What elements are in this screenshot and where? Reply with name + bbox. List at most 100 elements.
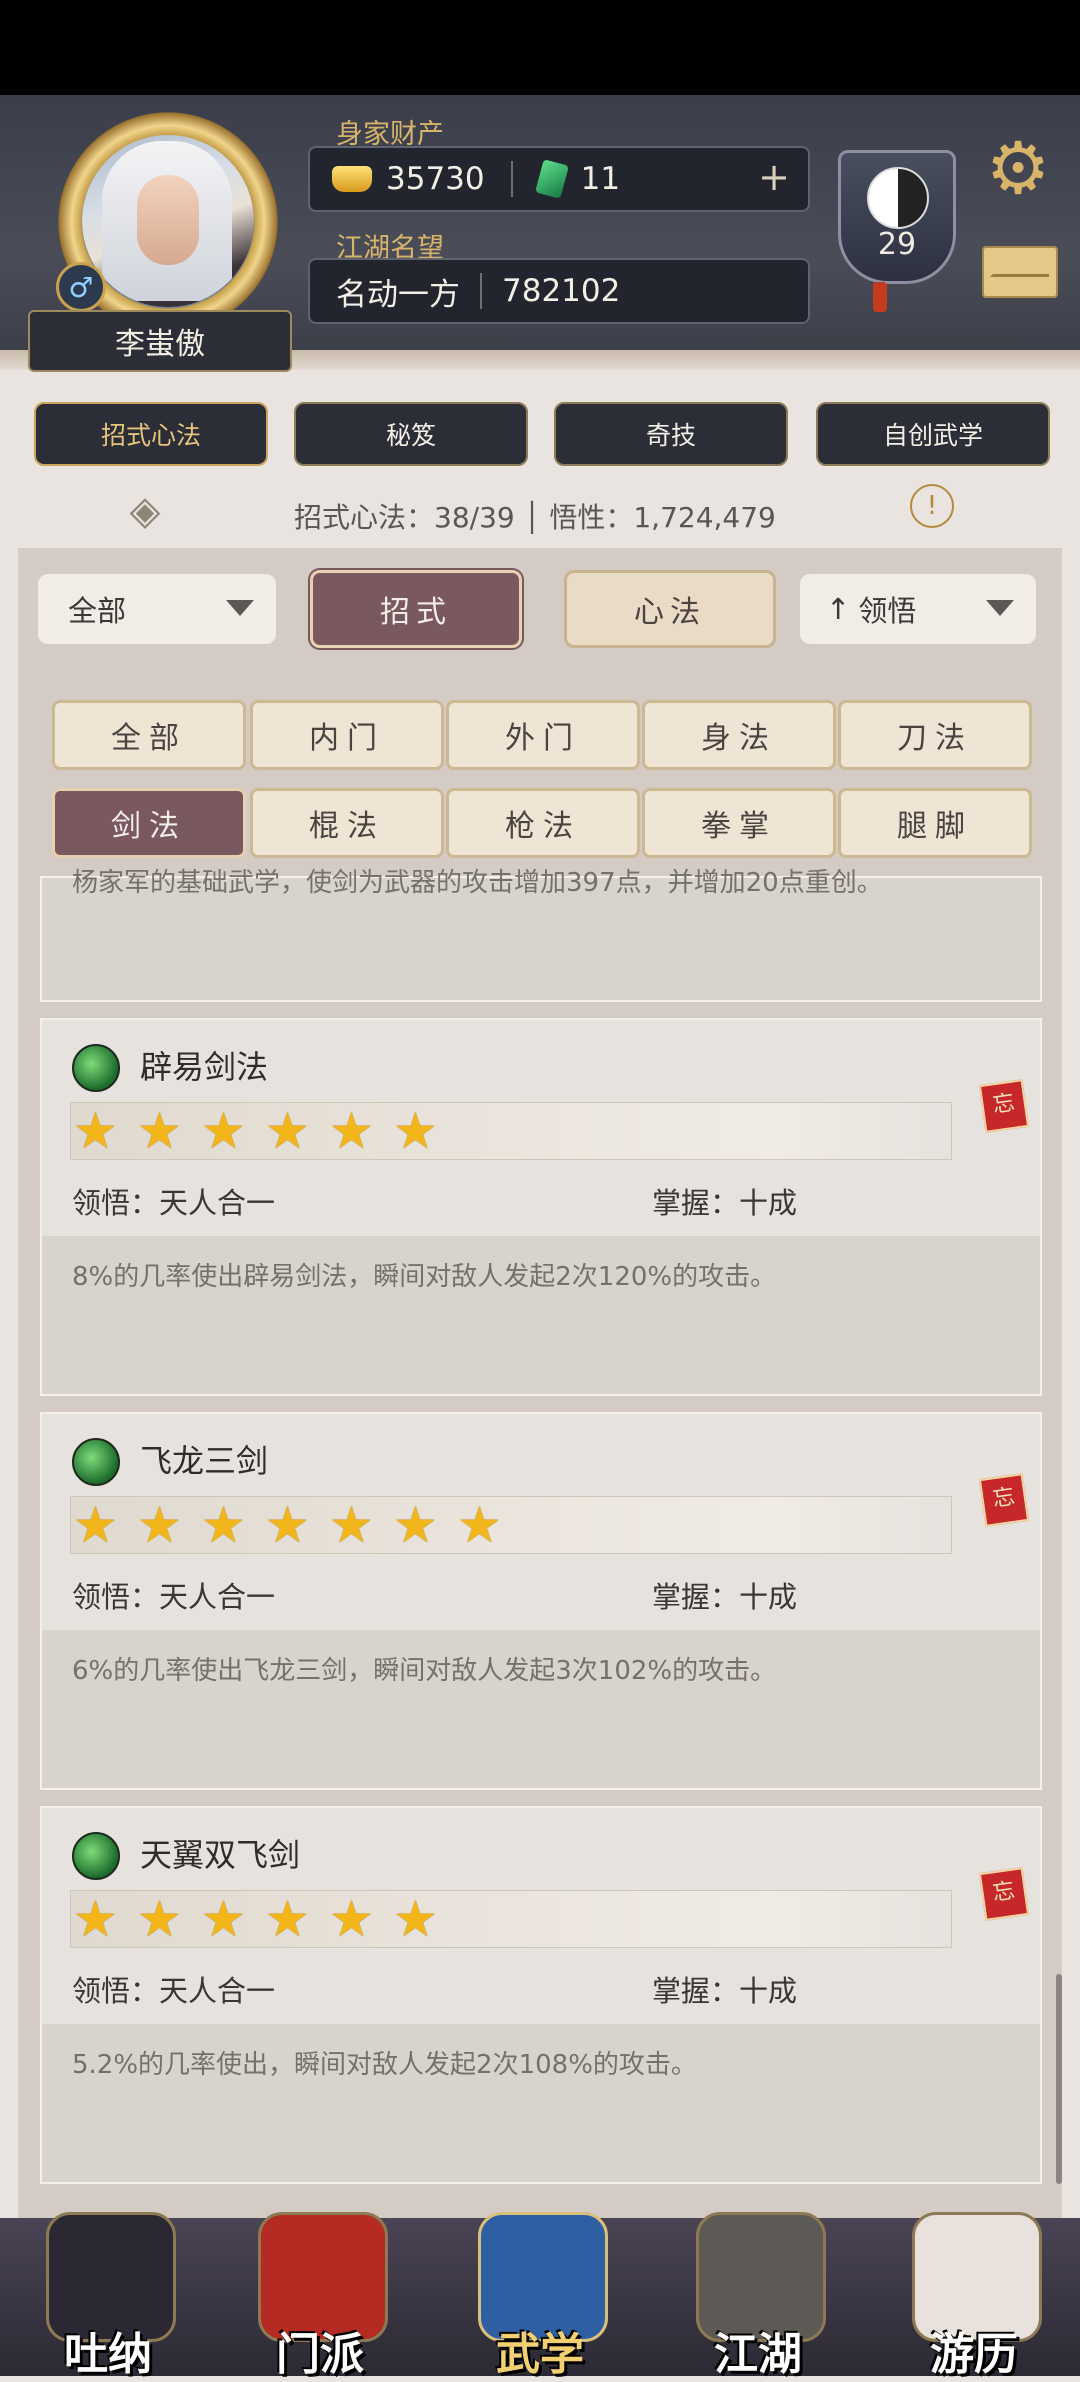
nav-travel[interactable]: 游历 bbox=[904, 2198, 1044, 2380]
moves-toggle[interactable]: 招式 bbox=[310, 570, 522, 648]
star-icon: ★ bbox=[201, 1496, 246, 1554]
star-icon: ★ bbox=[393, 1102, 438, 1160]
avatar-face bbox=[137, 175, 199, 265]
comprehension-level: 领悟：天人合一 bbox=[72, 1580, 276, 1614]
type-dropdown-value: 全部 bbox=[68, 594, 127, 628]
category-staff[interactable]: 棍法 bbox=[250, 788, 444, 858]
sort-dropdown-value: 领悟 bbox=[858, 594, 917, 628]
category-fist[interactable]: 拳掌 bbox=[642, 788, 836, 858]
star-icon: ★ bbox=[137, 1102, 182, 1160]
nav-label: 江湖 bbox=[714, 2329, 802, 2380]
player-name: 李蚩傲 bbox=[28, 310, 292, 372]
category-sword[interactable]: 剑法 bbox=[52, 788, 246, 858]
nav-jianghu[interactable]: 江湖 bbox=[688, 2198, 828, 2380]
star-icon: ★ bbox=[393, 1890, 438, 1948]
sort-arrow-icon: ↑ bbox=[826, 592, 851, 626]
stats-summary: 招式心法：38/39 │ 悟性：1,724,479 bbox=[294, 501, 776, 534]
star-icon: ★ bbox=[73, 1496, 118, 1554]
star-icon: ★ bbox=[265, 1102, 310, 1160]
level-number: 29 bbox=[877, 227, 917, 262]
chevron-down-icon bbox=[226, 600, 254, 616]
star-icon: ★ bbox=[329, 1102, 374, 1160]
tab-moves-methods[interactable]: 招式心法 bbox=[34, 402, 268, 466]
skill-card[interactable]: 天翼双飞剑 ★ ★ ★ ★ ★ ★ 忘 领悟：天人合一 掌握：十成 5.2%的几… bbox=[40, 1806, 1042, 2184]
category-outer[interactable]: 外门 bbox=[446, 700, 640, 770]
eye-icon[interactable]: ◈ bbox=[110, 478, 180, 544]
comprehension-level: 领悟：天人合一 bbox=[72, 1186, 276, 1220]
divider bbox=[480, 273, 482, 309]
nav-meditation[interactable]: 吐纳 bbox=[38, 2198, 178, 2380]
sort-dropdown[interactable]: ↑ 领悟 bbox=[800, 574, 1036, 644]
star-icon: ★ bbox=[73, 1890, 118, 1948]
forget-tag[interactable]: 忘 bbox=[978, 1867, 1030, 1921]
star-rating: ★ ★ ★ ★ ★ ★ bbox=[70, 1890, 952, 1948]
star-icon: ★ bbox=[329, 1496, 374, 1554]
avatar[interactable] bbox=[82, 135, 254, 307]
skill-name: 辟易剑法 bbox=[140, 1048, 269, 1086]
category-spear[interactable]: 枪法 bbox=[446, 788, 640, 858]
tab-custom-martial[interactable]: 自创武学 bbox=[816, 402, 1050, 466]
category-blade[interactable]: 刀法 bbox=[838, 700, 1032, 770]
sword-skill-icon bbox=[72, 1832, 120, 1880]
star-icon: ★ bbox=[137, 1890, 182, 1948]
skill-card[interactable]: 飞龙三剑 ★ ★ ★ ★ ★ ★ ★ 忘 领悟：天人合一 掌握：十成 6%的几率… bbox=[40, 1412, 1042, 1790]
star-icon: ★ bbox=[265, 1496, 310, 1554]
male-icon: ♂ bbox=[56, 262, 106, 312]
gold-amount: 35730 bbox=[386, 161, 485, 197]
star-icon: ★ bbox=[457, 1496, 502, 1554]
gear-icon[interactable]: ⚙ bbox=[982, 132, 1054, 204]
fame-title: 名动一方 bbox=[336, 276, 460, 313]
add-currency-button[interactable]: + bbox=[754, 158, 794, 198]
skill-card[interactable]: 辟易剑法 ★ ★ ★ ★ ★ ★ 忘 领悟：天人合一 掌握：十成 8%的几率使出… bbox=[40, 1018, 1042, 1396]
nav-label: 武学 bbox=[496, 2329, 584, 2380]
forget-tag[interactable]: 忘 bbox=[978, 1473, 1030, 1527]
nav-label: 门派 bbox=[276, 2329, 364, 2380]
level-badge[interactable]: 29 bbox=[838, 150, 956, 284]
scrollbar[interactable] bbox=[1056, 1974, 1062, 2184]
mastery-level: 掌握：十成 bbox=[652, 1186, 798, 1220]
sword-skill-icon bbox=[72, 1438, 120, 1486]
jade-amount: 11 bbox=[580, 161, 621, 197]
tassel-icon bbox=[873, 282, 887, 312]
nav-label: 游历 bbox=[930, 2329, 1018, 2380]
skill-description: 5.2%的几率使出，瞬间对敌人发起2次108%的攻击。 bbox=[72, 2050, 697, 2080]
skill-description: 6%的几率使出飞龙三剑，瞬间对敌人发起3次102%的攻击。 bbox=[72, 1656, 777, 1686]
methods-toggle[interactable]: 心法 bbox=[564, 570, 776, 648]
category-all[interactable]: 全部 bbox=[52, 700, 246, 770]
skill-description: 8%的几率使出辟易剑法，瞬间对敌人发起2次120%的攻击。 bbox=[72, 1262, 777, 1292]
sword-skill-icon bbox=[72, 1044, 120, 1092]
nav-sect[interactable]: 门派 bbox=[250, 2198, 390, 2380]
status-bar bbox=[0, 0, 1080, 95]
star-rating: ★ ★ ★ ★ ★ ★ bbox=[70, 1102, 952, 1160]
nav-label: 吐纳 bbox=[64, 2329, 152, 2380]
mail-icon[interactable] bbox=[982, 246, 1058, 298]
star-icon: ★ bbox=[329, 1890, 374, 1948]
info-icon[interactable]: ! bbox=[910, 484, 954, 528]
star-icon: ★ bbox=[137, 1496, 182, 1554]
star-icon: ★ bbox=[73, 1102, 118, 1160]
divider bbox=[510, 161, 513, 197]
skill-name: 天翼双飞剑 bbox=[140, 1836, 301, 1874]
star-icon: ★ bbox=[265, 1890, 310, 1948]
type-dropdown[interactable]: 全部 bbox=[38, 574, 276, 644]
chevron-down-icon bbox=[986, 600, 1014, 616]
tab-special-skills[interactable]: 奇技 bbox=[554, 402, 788, 466]
nav-martial-arts[interactable]: 武学 bbox=[470, 2198, 610, 2380]
currency-bar: 35730 11 + bbox=[308, 146, 810, 212]
star-rating: ★ ★ ★ ★ ★ ★ ★ bbox=[70, 1496, 952, 1554]
star-icon: ★ bbox=[201, 1102, 246, 1160]
skill-card-partial[interactable]: 杨家军的基础武学，使剑为武器的攻击增加397点，并增加20点重创。 bbox=[40, 868, 1042, 1002]
skill-description: 杨家军的基础武学，使剑为武器的攻击增加397点，并增加20点重创。 bbox=[72, 868, 883, 898]
category-inner[interactable]: 内门 bbox=[250, 700, 444, 770]
yinyang-icon bbox=[867, 167, 929, 229]
fame-bar: 名动一方 782102 bbox=[308, 258, 810, 324]
comprehension-level: 领悟：天人合一 bbox=[72, 1974, 276, 2008]
category-leg[interactable]: 腿脚 bbox=[838, 788, 1032, 858]
mastery-level: 掌握：十成 bbox=[652, 1974, 798, 2008]
gold-ingot-icon bbox=[332, 166, 372, 192]
fame-value: 782102 bbox=[502, 273, 621, 309]
category-movement[interactable]: 身法 bbox=[642, 700, 836, 770]
tab-secret-manuals[interactable]: 秘笈 bbox=[294, 402, 528, 466]
mastery-level: 掌握：十成 bbox=[652, 1580, 798, 1614]
forget-tag[interactable]: 忘 bbox=[978, 1079, 1030, 1133]
